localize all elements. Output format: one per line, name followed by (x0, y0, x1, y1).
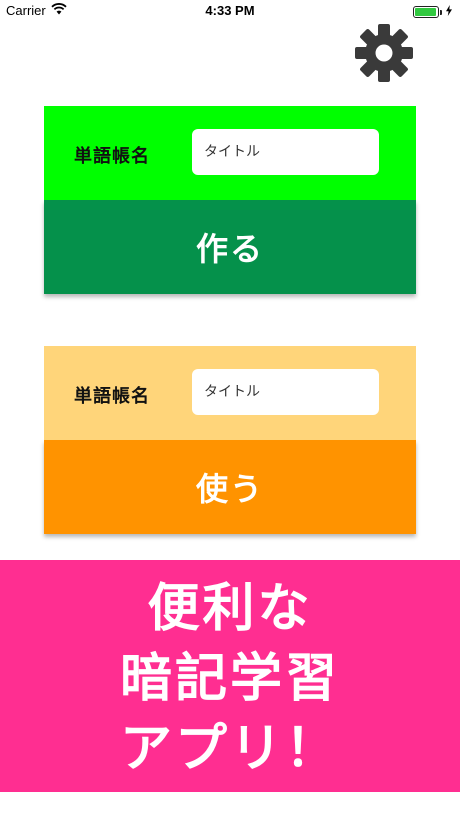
create-title-label: 単語帳名 (74, 146, 150, 167)
use-title-label: 単語帳名 (74, 386, 150, 407)
use-card-header: 単語帳名 (44, 346, 416, 440)
promo-banner: 便利な 暗記学習 アプリ！ (0, 560, 460, 792)
create-card-header: 単語帳名 (44, 106, 416, 200)
status-right (413, 4, 452, 19)
use-title-input[interactable] (192, 369, 379, 415)
use-button[interactable]: 使う (44, 440, 416, 534)
create-title-input[interactable] (192, 129, 379, 175)
create-button[interactable]: 作る (44, 200, 416, 294)
status-time: 4:33 PM (205, 3, 255, 18)
settings-button[interactable] (353, 22, 415, 84)
battery-level (415, 7, 436, 16)
create-card: 単語帳名 作る (44, 106, 416, 294)
charging-icon (446, 4, 452, 19)
banner-line-3: アプリ！ (119, 719, 340, 779)
gear-icon (355, 24, 413, 82)
battery-icon (413, 5, 442, 18)
use-card: 単語帳名 使う (44, 346, 416, 534)
banner-line-2: 暗記学習 (119, 649, 340, 709)
banner-line-1: 便利な (147, 579, 313, 639)
status-bar: Carrier 4:33 PM (0, 0, 460, 24)
